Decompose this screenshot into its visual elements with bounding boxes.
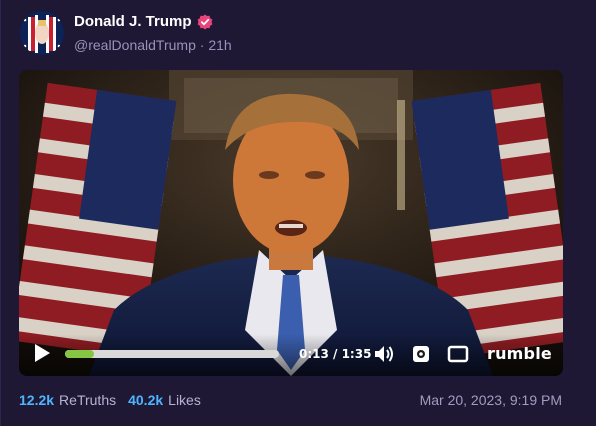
verified-badge-icon [197,14,213,30]
theater-mode-button[interactable] [447,345,469,363]
likes-stat[interactable]: 40.2k Likes [128,392,201,408]
volume-button[interactable] [373,344,395,364]
likes-count: 40.2k [128,392,164,408]
author-meta: @realDonaldTrump · 21h [74,37,232,53]
progress-bar[interactable] [65,350,279,358]
retruths-label: ReTruths [59,392,117,408]
meta-separator: · [199,37,205,53]
video-frame [19,70,563,376]
play-icon [35,344,50,362]
video-controls: 0:13 / 1:35 rumble [19,334,563,376]
post-stats: 12.2k ReTruths 40.2k Likes [19,392,201,408]
author-avatar[interactable] [20,11,64,55]
progress-fill [65,350,95,358]
play-button[interactable] [33,343,51,363]
settings-button[interactable] [411,344,431,364]
retruths-stat[interactable]: 12.2k ReTruths [19,392,116,408]
author-display-name[interactable]: Donald J. Trump [74,13,192,30]
video-player[interactable]: 0:13 / 1:35 rumble [19,70,563,376]
gear-icon [413,346,429,362]
author-handle[interactable]: @realDonaldTrump [74,37,196,53]
post-timestamp[interactable]: Mar 20, 2023, 9:19 PM [420,392,562,408]
theater-icon [447,345,469,363]
truth-post: Donald J. Trump @realDonaldTrump · 21h 0… [0,0,596,426]
post-age[interactable]: 21h [208,37,231,53]
author-name-row[interactable]: Donald J. Trump [74,13,213,30]
volume-icon [375,346,393,362]
time-readout: 0:13 / 1:35 [299,347,372,361]
retruths-count: 12.2k [19,392,55,408]
likes-label: Likes [168,392,201,408]
rumble-logo[interactable]: rumble [487,344,552,363]
